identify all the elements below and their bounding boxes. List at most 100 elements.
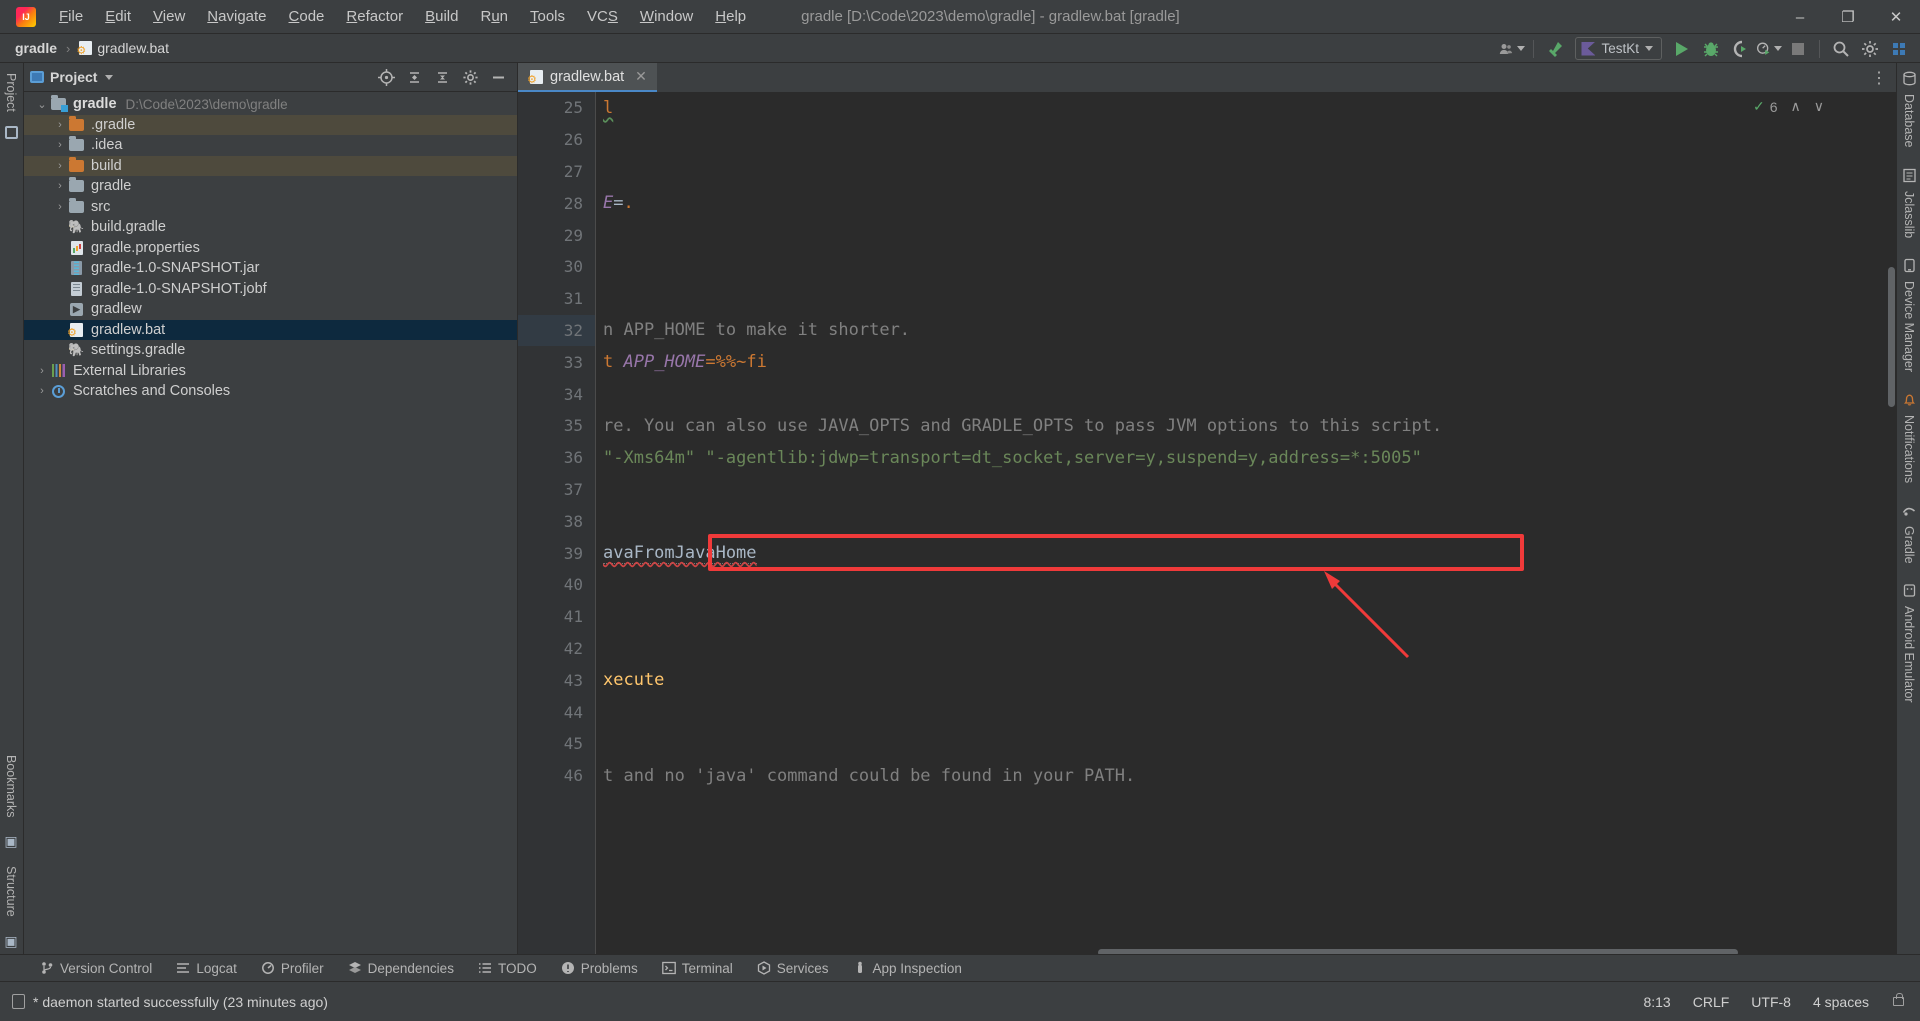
code-line[interactable] [597,474,1896,506]
tree-item-gradlew[interactable]: ▶ gradlew [24,299,517,320]
tool-window-dependencies[interactable]: Dependencies [336,959,466,978]
right-stripe-item-device-manager[interactable]: Device Manager [1902,258,1917,372]
line-number[interactable]: 35 [518,410,595,442]
inspection-widget[interactable]: ✓ 6 ∧ ∨ [1753,98,1824,115]
chevron-down-icon[interactable] [105,74,114,80]
editor-tab-gradlew-bat[interactable]: gradlew.bat ✕ [518,63,657,92]
code-line[interactable]: avaFromJavaHome [597,537,1896,569]
inspection-next-icon[interactable]: ∨ [1814,98,1824,115]
code-line[interactable]: l [597,92,1896,124]
line-number[interactable]: 25 [518,92,595,124]
line-number[interactable]: 45 [518,728,595,760]
right-stripe-item-notifications[interactable]: Notifications [1902,392,1917,483]
caret-position[interactable]: 8:13 [1643,994,1670,1010]
line-number[interactable]: 38 [518,505,595,537]
run-configuration-selector[interactable]: TestKt [1575,37,1662,60]
expand-arrow-icon[interactable]: › [52,180,68,192]
line-number[interactable]: 36 [518,442,595,474]
line-number[interactable]: 42 [518,633,595,665]
tree-item-gradle-1-0-snapshot-jar[interactable]: gradle-1.0-SNAPSHOT.jar [24,258,517,279]
code-line[interactable]: n APP_HOME to make it shorter. [597,315,1896,347]
tree-item--idea[interactable]: › .idea [24,135,517,156]
editor-tab-options[interactable]: ⋮ [1871,63,1896,92]
line-number[interactable]: 32 [518,314,595,347]
code-line[interactable]: xecute [597,664,1896,696]
breadcrumb-file[interactable]: gradlew.bat [74,38,174,58]
expand-arrow-icon[interactable]: ⌄ [34,98,50,111]
minimize-button[interactable]: – [1776,0,1824,34]
code-line[interactable]: t APP_HOME = %%~fi [597,346,1896,378]
tool-window-todo[interactable]: TODO [466,959,549,978]
line-number[interactable]: 33 [518,346,595,378]
line-number[interactable]: 26 [518,124,595,156]
code-line[interactable] [597,378,1896,410]
hide-panel-icon[interactable] [485,65,511,89]
tree-item-build[interactable]: › build [24,155,517,176]
code-content[interactable]: l E =. n APP_HOME to make it shorter. t APP_… [597,92,1896,958]
expand-arrow-icon[interactable]: › [52,201,68,213]
tool-window-terminal[interactable]: Terminal [650,959,745,978]
expand-all-icon[interactable] [401,65,427,89]
code-line[interactable] [597,283,1896,315]
tree-item-gradle-properties[interactable]: gradle.properties [24,238,517,259]
line-number[interactable]: 34 [518,378,595,410]
code-line[interactable]: "-Xms64m" "-agentlib:jdwp=transport=dt_s… [597,442,1896,474]
lock-icon[interactable] [1893,993,1904,1006]
line-number[interactable]: 37 [518,474,595,506]
line-number[interactable]: 39 [518,537,595,569]
expand-arrow-icon[interactable]: › [52,119,68,131]
tool-window-version-control[interactable]: Version Control [28,959,164,978]
code-line[interactable] [597,569,1896,601]
line-number[interactable]: 40 [518,569,595,601]
expand-arrow-icon[interactable]: › [52,160,68,172]
menu-vcs[interactable]: VCS [576,4,629,29]
line-number[interactable]: 31 [518,283,595,315]
project-icon[interactable] [4,125,18,139]
expand-arrow-icon[interactable]: › [34,365,50,377]
tool-window-problems[interactable]: Problems [549,959,650,978]
code-line[interactable]: E =. [597,187,1896,219]
breadcrumb-project[interactable]: gradle [10,38,62,58]
stripe-item-project[interactable]: Project [4,67,18,118]
right-stripe-item-jclasslib[interactable]: Jclasslib [1902,168,1917,238]
tool-window-services[interactable]: Services [745,959,841,978]
menu-window[interactable]: Window [629,4,704,29]
right-stripe-item-gradle[interactable]: Gradle [1902,503,1917,563]
line-number[interactable]: 27 [518,156,595,188]
status-document-icon[interactable] [12,994,25,1009]
line-number[interactable]: 29 [518,219,595,251]
right-stripe-item-android-emulator[interactable]: Android Emulator [1902,583,1917,703]
code-line[interactable] [597,601,1896,633]
profiler-icon[interactable] [1756,37,1782,61]
code-line[interactable] [597,696,1896,728]
code-line[interactable]: re. You can also use JAVA_OPTS and GRADL… [597,410,1896,442]
more-options-icon[interactable]: ⋮ [1871,68,1888,88]
run-coverage-icon[interactable] [1727,37,1753,61]
menu-edit[interactable]: Edit [94,4,142,29]
search-everywhere-icon[interactable] [1828,37,1854,61]
inspection-prev-icon[interactable]: ∧ [1791,98,1801,115]
run-icon[interactable] [1669,37,1695,61]
menu-refactor[interactable]: Refactor [335,4,414,29]
code-editor[interactable]: 25 26 27 28 29 30 31 32 33 34 35 36 37 38 39 40 41 42 43 44… [518,92,1896,958]
menu-code[interactable]: Code [278,4,336,29]
expand-arrow-icon[interactable]: › [34,385,50,397]
tool-window-profiler[interactable]: Profiler [249,959,336,978]
line-number[interactable]: 28 [518,187,595,219]
menu-tools[interactable]: Tools [519,4,576,29]
tree-item-scratches-and-consoles[interactable]: › Scratches and Consoles [24,381,517,402]
tree-item-gradle-1-0-snapshot-jobf[interactable]: gradle-1.0-SNAPSHOT.jobf [24,279,517,300]
tool-window-logcat[interactable]: Logcat [164,959,249,978]
tool-window-app-inspection[interactable]: App Inspection [841,959,974,978]
structure-icon[interactable]: ▣ [4,933,17,950]
build-hammer-icon[interactable] [1542,37,1568,61]
line-separator[interactable]: CRLF [1693,994,1730,1010]
collapse-all-icon[interactable] [429,65,455,89]
line-number[interactable]: 30 [518,251,595,283]
line-number[interactable]: 43 [518,664,595,696]
debug-icon[interactable] [1698,37,1724,61]
expand-arrow-icon[interactable]: › [52,139,68,151]
menu-navigate[interactable]: Navigate [196,4,277,29]
close-icon[interactable]: ✕ [635,68,647,85]
close-button[interactable]: ✕ [1872,0,1920,34]
